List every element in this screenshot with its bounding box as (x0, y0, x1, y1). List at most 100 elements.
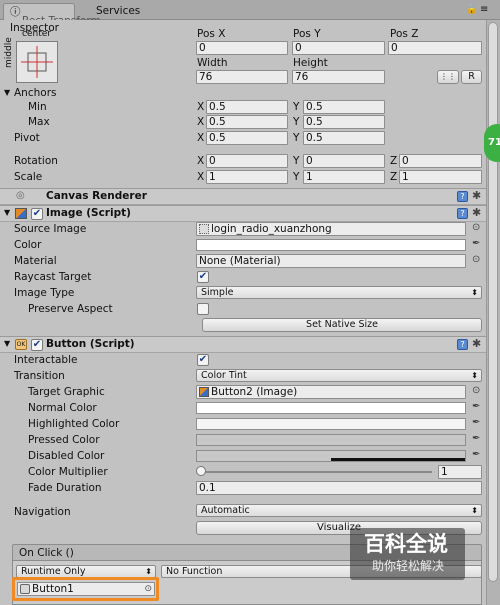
runtime-value: Runtime Only (21, 566, 86, 577)
object-picker-icon[interactable]: ⊙ (472, 385, 480, 397)
navigation-label: Navigation (14, 506, 71, 518)
watermark-subtitle: 助你轻松解决 (372, 559, 445, 573)
button-component-header[interactable]: ▼ OK ✔ Button (Script) ? ✱ (0, 336, 486, 353)
pressed-color-label: Pressed Color (28, 434, 100, 446)
anchor-preset-button[interactable] (16, 41, 58, 83)
material-label: Material (14, 255, 57, 267)
image-component-icon (15, 208, 27, 219)
help-icon[interactable]: ? (457, 191, 468, 202)
pos-x-label: Pos X (197, 28, 226, 40)
rot-z-field[interactable]: 0 (399, 154, 482, 168)
rot-y-field[interactable]: 0 (303, 154, 385, 168)
transition-label: Transition (14, 370, 65, 382)
interactable-checkbox[interactable]: ✔ (197, 354, 209, 366)
normal-color-label: Normal Color (28, 402, 97, 414)
function-value: No Function (166, 566, 223, 577)
gear-icon[interactable]: ✱ (472, 190, 481, 202)
raycast-checkbox[interactable]: ✔ (197, 271, 209, 283)
multiplier-slider-track[interactable] (200, 471, 432, 473)
help-icon[interactable]: ? (457, 208, 468, 219)
transition-dropdown[interactable]: Color Tint ⬍ (196, 369, 482, 382)
max-y-field[interactable]: 0.5 (303, 115, 385, 129)
side-badge[interactable]: 71 (484, 124, 500, 162)
pos-y-label: Pos Y (293, 28, 321, 40)
scale-z-field[interactable]: 1 (399, 170, 482, 184)
target-graphic-field[interactable]: Button2 (Image) (196, 385, 466, 399)
help-icon[interactable]: ? (457, 339, 468, 350)
pressed-color-swatch[interactable] (196, 434, 466, 446)
anchor-h-label: center (22, 29, 51, 39)
multiplier-field[interactable]: 1 (438, 465, 482, 479)
scale-y-field[interactable]: 1 (303, 170, 385, 184)
dropdown-arrow-icon: ⬍ (471, 506, 478, 515)
pos-y-field[interactable]: 0 (292, 41, 385, 55)
gear-icon[interactable]: ✱ (472, 338, 481, 350)
anchors-foldout-icon[interactable]: ▼ (4, 86, 10, 100)
eyedropper-icon[interactable]: ✒ (472, 433, 480, 445)
preserve-aspect-label: Preserve Aspect (28, 303, 113, 315)
image-enabled-checkbox[interactable]: ✔ (31, 208, 43, 220)
scale-z-label: Z (390, 171, 398, 183)
fade-duration-field[interactable]: 0.1 (196, 481, 482, 495)
pivot-y-field[interactable]: 0.5 (303, 131, 385, 145)
rotation-label: Rotation (14, 155, 58, 167)
alpha-bar (331, 458, 465, 461)
anchor-v-label: middle (4, 37, 14, 68)
on-click-object-field[interactable]: Button1 ⊙ (17, 582, 155, 596)
watermark: 百科全说 助你轻松解决 (350, 528, 465, 580)
highlighted-color-swatch[interactable] (196, 418, 466, 430)
multiplier-slider-thumb[interactable] (196, 466, 206, 476)
highlighted-color-label: Highlighted Color (28, 418, 120, 430)
material-field[interactable]: None (Material) (196, 254, 466, 268)
source-image-value: login_radio_xuanzhong (211, 223, 332, 235)
on-click-title: On Click () (19, 547, 74, 559)
watermark-title: 百科全说 (364, 532, 448, 556)
scale-x-field[interactable]: 1 (206, 170, 288, 184)
normal-color-swatch[interactable] (196, 402, 466, 414)
object-picker-icon[interactable]: ⊙ (144, 583, 152, 595)
rot-x-field[interactable]: 0 (206, 154, 288, 168)
pos-z-field[interactable]: 0 (388, 41, 482, 55)
blueprint-mode-button[interactable]: ⋮⋮ (437, 70, 459, 84)
image-component-icon (199, 387, 209, 397)
color-swatch[interactable] (196, 239, 466, 251)
height-label: Height (293, 57, 328, 69)
button-foldout-icon[interactable]: ▼ (4, 337, 10, 351)
menu-icon[interactable]: ≡ (480, 4, 488, 15)
image-type-value: Simple (201, 287, 234, 298)
max-x-field[interactable]: 0.5 (206, 115, 288, 129)
object-picker-icon[interactable]: ⊙ (472, 222, 480, 234)
eyedropper-icon[interactable]: ✒ (472, 449, 480, 461)
eyedropper-icon[interactable]: ✒ (472, 238, 480, 250)
raw-edit-button[interactable]: R (461, 70, 482, 84)
pos-x-field[interactable]: 0 (196, 41, 288, 55)
scrollbar-thumb[interactable] (488, 22, 498, 582)
object-picker-icon[interactable]: ⊙ (472, 254, 480, 266)
lock-icon[interactable]: 🔒 (466, 5, 477, 15)
min-y-field[interactable]: 0.5 (303, 100, 385, 114)
scale-label: Scale (14, 171, 43, 183)
image-foldout-icon[interactable]: ▼ (4, 206, 10, 220)
dropdown-arrow-icon: ⬍ (471, 288, 478, 297)
navigation-dropdown[interactable]: Automatic ⬍ (196, 504, 482, 517)
width-field[interactable]: 76 (196, 70, 288, 84)
height-field[interactable]: 76 (292, 70, 385, 84)
pivot-x-field[interactable]: 0.5 (206, 131, 288, 145)
max-y-label: Y (293, 116, 300, 128)
preserve-aspect-checkbox[interactable] (197, 303, 209, 315)
source-image-field[interactable]: login_radio_xuanzhong (196, 222, 466, 236)
disabled-color-swatch[interactable] (196, 450, 466, 462)
color-multiplier-label: Color Multiplier (28, 466, 108, 478)
image-component-header[interactable]: ▼ ✔ Image (Script) ? ✱ (0, 205, 486, 222)
button-enabled-checkbox[interactable]: ✔ (31, 339, 43, 351)
canvas-renderer-header[interactable]: ◎ Canvas Renderer ? ✱ (0, 188, 486, 205)
image-type-dropdown[interactable]: Simple ⬍ (196, 286, 482, 299)
set-native-size-button[interactable]: Set Native Size (202, 318, 482, 332)
max-x-label: X (197, 116, 205, 128)
gear-icon[interactable]: ✱ (472, 207, 481, 219)
eyedropper-icon[interactable]: ✒ (472, 401, 480, 413)
min-x-field[interactable]: 0.5 (206, 100, 288, 114)
canvas-renderer-icon: ◎ (16, 190, 25, 201)
eyedropper-icon[interactable]: ✒ (472, 417, 480, 429)
gameobject-icon (20, 584, 30, 594)
